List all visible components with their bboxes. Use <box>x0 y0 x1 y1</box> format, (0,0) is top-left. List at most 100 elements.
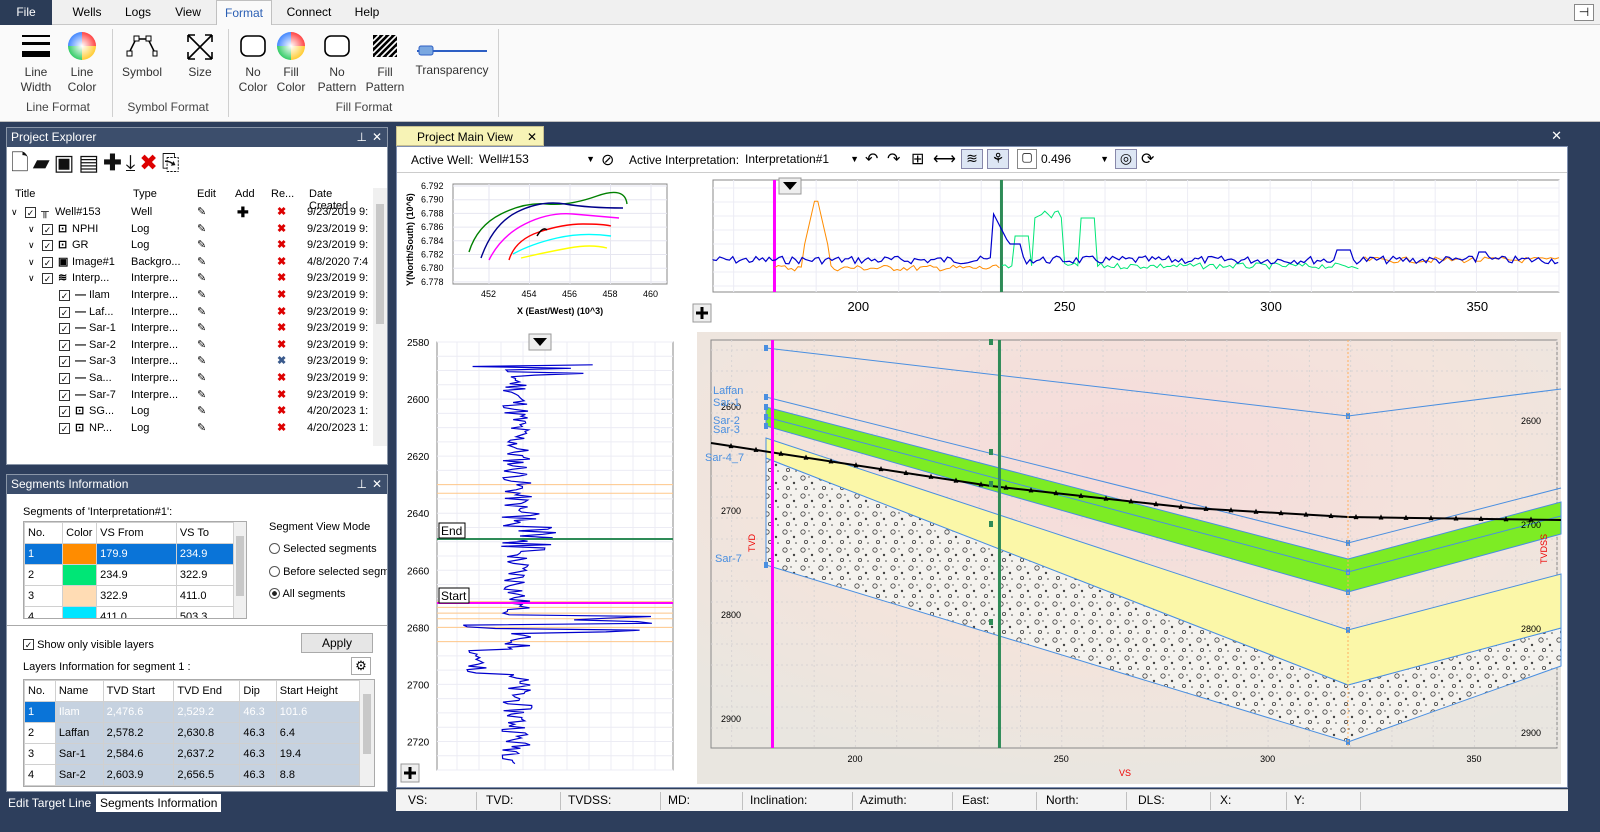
tree-row[interactable]: ∨ ✓ ▣ Image#1 Backgro... ✎ ✖ 4/8/2020 7:4 <box>7 254 368 271</box>
import-icon[interactable]: ⤓ <box>126 150 136 176</box>
segment-color-swatch[interactable] <box>62 543 98 565</box>
menu-wells[interactable]: Wells <box>62 0 112 25</box>
remove-icon[interactable]: ✖ <box>277 353 286 370</box>
tree-row[interactable]: ✓ — Sar-3 Interpre... ✎ ✖ 9/23/2019 9: <box>7 353 368 370</box>
edit-icon[interactable]: ✎ <box>197 337 206 354</box>
save-icon[interactable]: ▣ <box>54 150 75 176</box>
segments-scrollbar[interactable] <box>234 522 246 618</box>
table-row[interactable]: 1 179.9 234.9 <box>24 543 235 565</box>
refresh-icon[interactable]: ⟳ <box>1141 149 1154 169</box>
checkbox-checked-icon[interactable]: ✓ <box>59 306 70 318</box>
edit-icon[interactable]: ✎ <box>197 320 206 337</box>
tree-row[interactable]: ✓ ⊡ NP... Log ✎ ✖ 4/20/2023 1: <box>7 420 368 437</box>
redo-icon[interactable]: ↷ <box>887 149 900 169</box>
add-track-icon[interactable] <box>400 763 420 783</box>
remove-icon[interactable]: ✖ <box>277 420 286 437</box>
open-folder-icon[interactable]: ▰ <box>33 150 50 176</box>
remove-icon[interactable]: ✖ <box>277 337 286 354</box>
cross-section-chart[interactable]: 26002700280029002600270028002900200 250 30… <box>691 330 1567 786</box>
edit-icon[interactable]: ✎ <box>197 403 206 420</box>
checkbox-checked-icon[interactable]: ✓ <box>59 323 70 335</box>
checkbox-checked-icon[interactable]: ✓ <box>25 207 36 218</box>
control-point[interactable] <box>764 345 768 351</box>
table-row[interactable]: 3 Sar-1 2,584.6 2,637.2 46.3 19.4 <box>24 743 361 765</box>
menu-help[interactable]: Help <box>346 0 388 25</box>
control-point[interactable] <box>989 619 993 625</box>
remove-icon[interactable]: ✖ <box>277 270 286 287</box>
checkbox-checked-icon[interactable]: ✓ <box>59 422 70 434</box>
radio-selected-segments[interactable]: Selected segments <box>269 543 377 555</box>
close-icon[interactable]: ✕ <box>372 128 382 147</box>
measure-icon[interactable]: ⟷ <box>933 149 956 169</box>
log-correlation-chart[interactable]: 200 250 300 350 <box>691 174 1567 324</box>
tree-row[interactable]: ✓ — Laf... Interpre... ✎ ✖ 9/23/2019 9: <box>7 304 368 321</box>
active-interp-select[interactable]: Interpretation#1 ▼ <box>745 150 861 169</box>
active-well-select[interactable]: Well#153 ▼ <box>479 150 597 169</box>
checkbox-checked-icon[interactable]: ✓ <box>42 273 53 285</box>
edit-icon[interactable]: ✎ <box>197 387 206 404</box>
segment-color-swatch[interactable] <box>62 606 98 618</box>
tree-row[interactable]: ✓ ⊡ SG... Log ✎ ✖ 4/20/2023 1: <box>7 403 368 420</box>
apply-button[interactable]: Apply <box>301 633 373 653</box>
checkbox-checked-icon[interactable]: ✓ <box>42 240 53 252</box>
radio-before-selected[interactable]: Before selected segm <box>269 566 387 578</box>
pin-icon[interactable]: ⊥ <box>357 128 367 147</box>
tree-row[interactable]: ∨ ✓ ≋ Interp... Interpre... ✎ ✖ 9/23/2019 9: <box>7 270 368 287</box>
checkbox-checked-icon[interactable]: ✓ <box>59 373 70 384</box>
checkbox-checked-icon[interactable]: ✓ <box>42 223 53 235</box>
edit-icon[interactable]: ✎ <box>197 254 206 271</box>
segment-color-swatch[interactable] <box>62 585 98 607</box>
scrollbar-thumb[interactable] <box>376 204 384 324</box>
control-point[interactable] <box>764 423 768 429</box>
segment-color-swatch[interactable] <box>62 564 98 586</box>
add-icon[interactable]: ✚ <box>103 150 121 176</box>
expand-chevron-icon[interactable]: ∨ <box>28 254 35 271</box>
menu-format[interactable]: Format <box>216 0 272 26</box>
frame-icon[interactable]: ▢ <box>1017 149 1037 169</box>
edit-icon[interactable]: ✎ <box>197 304 206 321</box>
control-point[interactable] <box>989 481 993 487</box>
checkbox-checked-icon[interactable]: ✓ <box>59 389 70 401</box>
control-point[interactable] <box>764 404 768 410</box>
control-point[interactable] <box>764 394 768 400</box>
tree-row[interactable]: ✓ — Sar-2 Interpre... ✎ ✖ 9/23/2019 9: <box>7 337 368 354</box>
pin-ribbon-icon[interactable]: ⊣ <box>1574 4 1594 21</box>
tree-row[interactable]: ✓ — Sa... Interpre... ✎ ✖ 9/23/2019 9: <box>7 370 368 387</box>
pin-icon[interactable]: ⊥ <box>357 475 367 494</box>
remove-icon[interactable]: ✖ <box>277 287 286 304</box>
edit-icon[interactable]: ✎ <box>197 353 206 370</box>
radio-all-segments[interactable]: All segments <box>269 588 345 600</box>
remove-icon[interactable]: ✖ <box>277 254 286 271</box>
remove-icon[interactable]: ✖ <box>277 403 286 420</box>
table-row[interactable]: 3 322.9 411.0 <box>24 585 235 607</box>
remove-icon[interactable]: ✖ <box>277 221 286 238</box>
edit-icon[interactable]: ✎ <box>197 420 206 437</box>
tree-row[interactable]: ∨ ✓ ⊡ NPHI Log ✎ ✖ 9/23/2019 9: <box>7 221 368 238</box>
symbol-button[interactable]: Symbol <box>118 31 166 80</box>
remove-icon[interactable]: ✖ <box>277 237 286 254</box>
remove-icon[interactable]: ✖ <box>277 387 286 404</box>
show-visible-checkbox[interactable]: ✓ Show only visible layers <box>23 639 154 651</box>
gear-icon[interactable]: ⚙ <box>351 657 371 675</box>
expand-chevron-icon[interactable]: ∨ <box>28 270 35 287</box>
tab-segments-information[interactable]: Segments Information <box>96 794 222 812</box>
edit-icon[interactable]: ✎ <box>197 204 206 221</box>
close-icon[interactable]: ✕ <box>372 475 382 494</box>
table-row[interactable]: 4 411.0 503.3 <box>24 606 235 618</box>
export-icon[interactable]: ⎘ <box>162 150 180 176</box>
edit-icon[interactable]: ✎ <box>197 270 206 287</box>
remove-icon[interactable]: ✖ <box>277 204 286 221</box>
menu-file[interactable]: File <box>0 0 52 25</box>
explorer-scrollbar[interactable] <box>373 188 387 446</box>
no-pattern-button[interactable]: No Pattern <box>314 31 360 95</box>
control-point[interactable] <box>989 449 993 455</box>
value-select[interactable]: 0.496 ▼ <box>1041 150 1111 169</box>
compass-icon[interactable]: ⊘ <box>601 150 614 170</box>
control-point[interactable] <box>989 339 993 345</box>
tab-edit-target-line[interactable]: Edit Target Line <box>4 794 95 812</box>
remove-icon[interactable]: ✖ <box>277 320 286 337</box>
control-point[interactable] <box>764 414 768 420</box>
control-point[interactable] <box>989 521 993 527</box>
expand-chevron-icon[interactable]: ∨ <box>28 221 35 238</box>
new-file-icon[interactable]: 🗋 <box>11 150 29 176</box>
